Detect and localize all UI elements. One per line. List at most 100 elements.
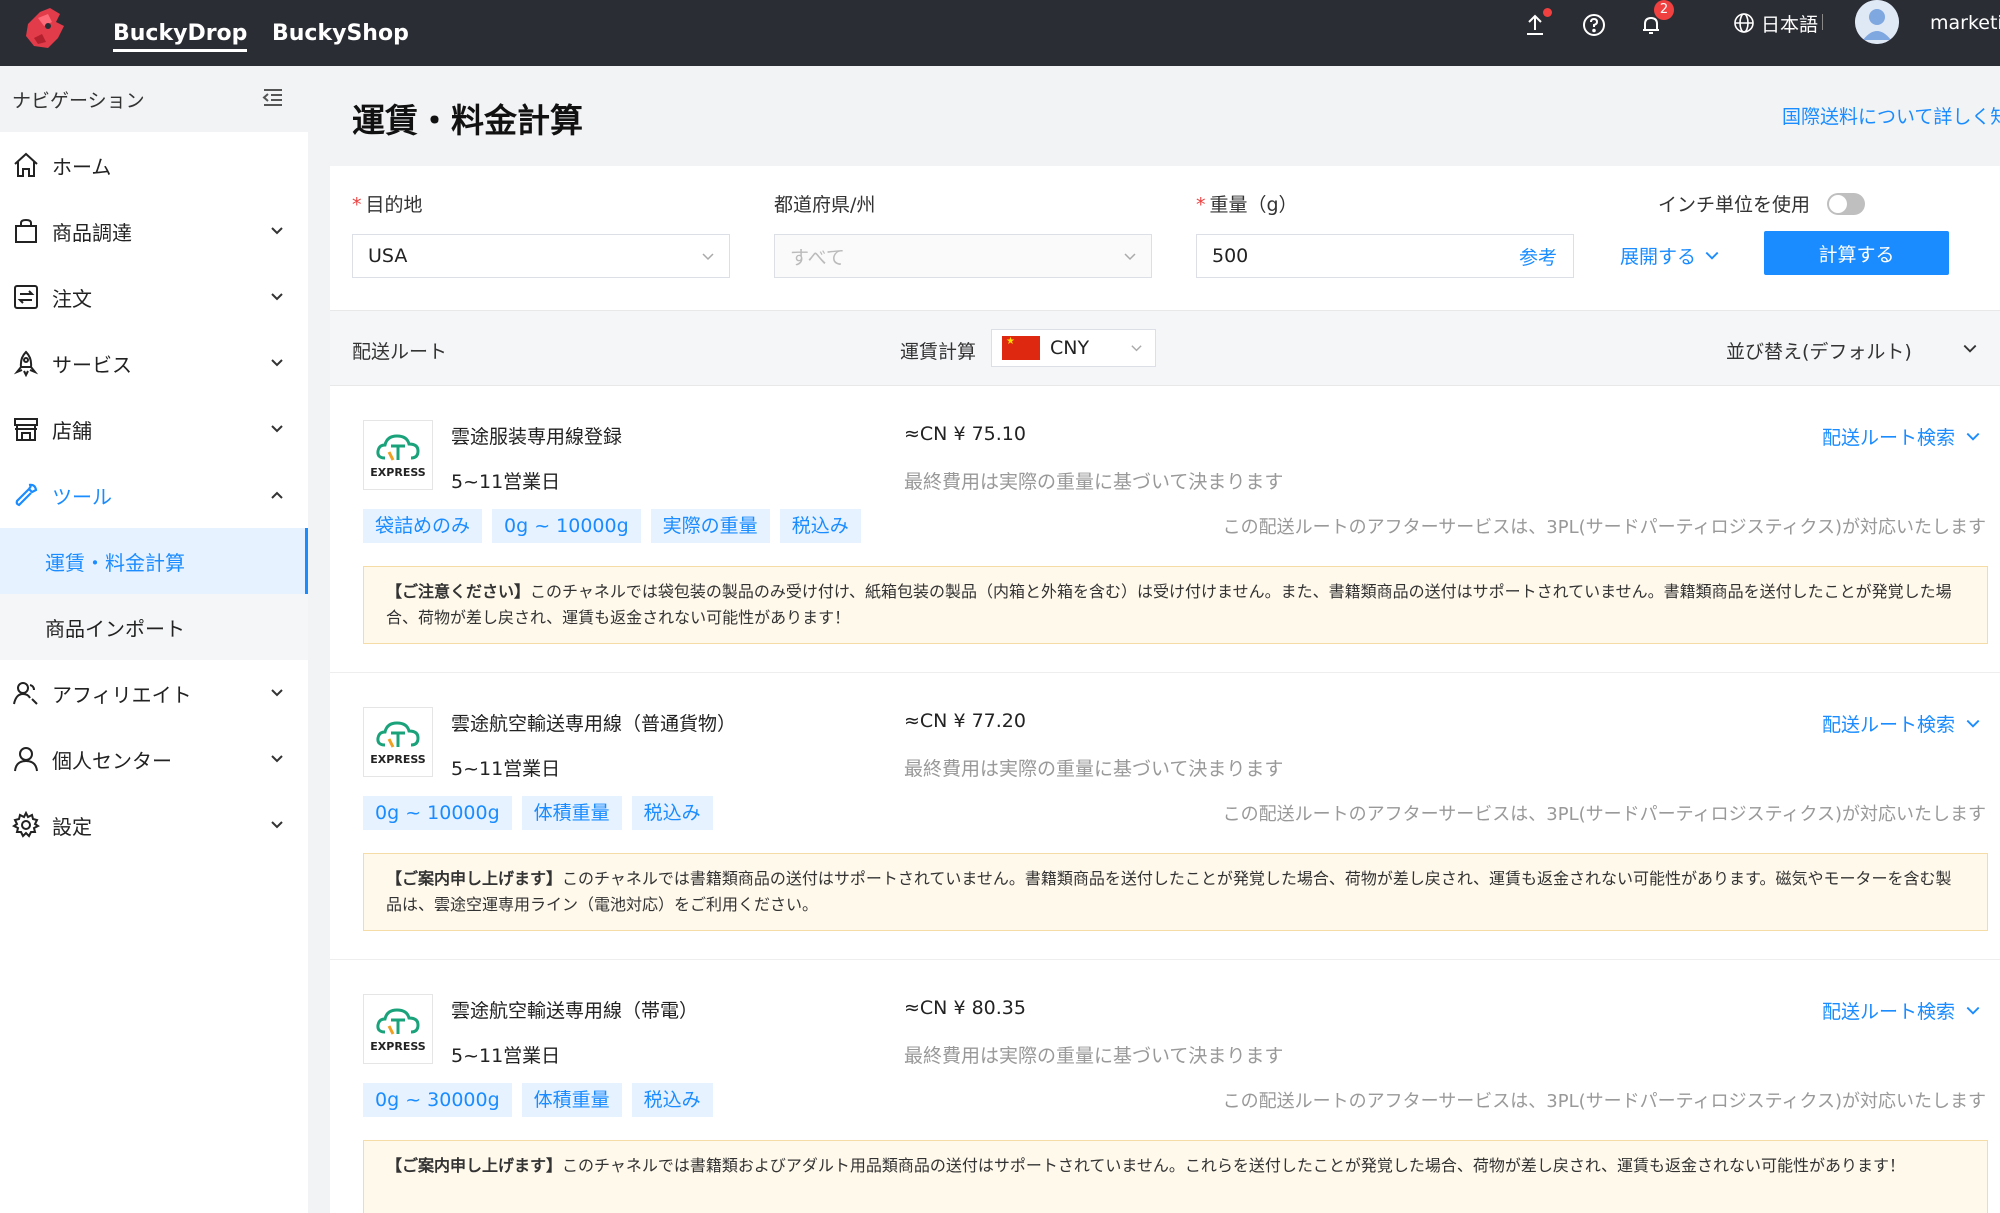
weight-label: * 重量（g） [1196, 194, 1298, 216]
sidebar-item-label: ホーム [52, 154, 112, 179]
active-nav-underline [113, 49, 248, 52]
carrier-logo: EXPRESS [363, 994, 433, 1064]
sidebar-item-label: 注文 [52, 286, 92, 311]
currency-select[interactable]: CNY [991, 329, 1156, 367]
route-notice: 【ご注意ください】このチャネルでは袋包装の製品のみ受け付け、紙箱包装の製品（内箱… [363, 566, 1988, 644]
destination-select[interactable]: USA [352, 234, 730, 278]
sidebar-title: ナビゲーション [12, 89, 145, 112]
username[interactable]: marketi [1930, 8, 2000, 38]
weight-reference-link[interactable]: 参考 [1519, 243, 1557, 270]
bucky-logo[interactable] [20, 4, 70, 56]
route-search-link[interactable]: 配送ルート検索 [1822, 423, 1981, 450]
avatar[interactable] [1855, 0, 1899, 44]
route-tag: 税込み [779, 509, 861, 543]
route-price: ≈CN ¥ 75.10 [904, 423, 1026, 445]
main-content: 運賃・料金計算 国際送料について詳しく知 * 目的地 USA 都道府県/州 すべて… [330, 66, 2000, 1213]
sort-select[interactable]: 並び替え(デフォルト) [1726, 337, 1912, 364]
sidebar-item-stores[interactable]: 店舗 [0, 396, 308, 462]
calculate-button[interactable]: 計算する [1764, 231, 1949, 275]
notice-title: 【ご案内申し上げます】 [386, 869, 563, 888]
sidebar-subitem-label: 運賃・料金計算 [45, 550, 185, 575]
route-tag: 税込み [631, 1083, 713, 1117]
route-tag: 袋詰めのみ [363, 509, 483, 543]
notice-text: このチャネルでは袋包装の製品のみ受け付け、紙箱包装の製品（内箱と外箱を含む）は受… [386, 582, 1952, 627]
toggle-knob [1829, 195, 1847, 213]
sidebar-item-personal-center[interactable]: 個人センター [0, 726, 308, 792]
sidebar-item-tools[interactable]: ツール [0, 462, 308, 528]
inch-unit-label: インチ単位を使用 [1658, 194, 1811, 216]
upload-alert-dot [1543, 8, 1552, 17]
home-icon [14, 152, 38, 177]
sidebar-item-label: 店舗 [52, 418, 92, 443]
inch-unit-toggle[interactable] [1827, 193, 1865, 215]
fare-column-label: 運賃計算 [900, 341, 977, 363]
calculator-form: * 目的地 USA 都道府県/州 すべて * 重量（g） 500 参考 インチ単位を… [330, 166, 2000, 310]
language-selector[interactable]: 日本語 [1733, 8, 1818, 38]
chevron-down-icon [1966, 1006, 1980, 1015]
route-tag: 0g ~ 30000g [363, 1083, 512, 1117]
sidebar-header: ナビゲーション [0, 66, 308, 132]
language-label: 日本語 [1761, 13, 1819, 36]
sidebar-item-orders[interactable]: 注文 [0, 264, 308, 330]
cloud-logo-icon [376, 720, 420, 748]
page-header: 運賃・料金計算 国際送料について詳しく知 [330, 66, 2000, 166]
route-tag: 0g ~ 10000g [363, 796, 512, 830]
route-tag: 0g ~ 10000g [492, 509, 641, 543]
results-header: 配送ルート 運賃計算 CNY 並び替え(デフォルト) [330, 310, 2000, 386]
route-tag: 税込み [631, 796, 713, 830]
route-search-link[interactable]: 配送ルート検索 [1822, 997, 1981, 1024]
shopping-bag-icon [15, 218, 37, 243]
notice-title: 【ご案内申し上げます】 [386, 1156, 563, 1175]
after-service-note: この配送ルートのアフターサービスは、3PL(サードパーティロジスティクス)が対応… [1222, 517, 1986, 538]
nav-buckyshop[interactable]: BuckyShop [272, 0, 409, 66]
notification-badge: 2 [1654, 0, 1674, 20]
delivery-days: 5~11営業日 [451, 471, 561, 493]
top-bar: BuckyDrop BuckyShop 2 日本語 marketi [0, 0, 2000, 66]
chevron-down-icon[interactable] [1962, 341, 1978, 357]
route-tags: 袋詰めのみ 0g ~ 10000g 実際の重量 税込み [363, 509, 861, 543]
sidebar-item-home[interactable]: ホーム [0, 132, 308, 198]
chevron-down-icon [271, 689, 283, 697]
shipping-info-link[interactable]: 国際送料について詳しく知 [1782, 102, 2000, 129]
sidebar-item-label: 設定 [52, 814, 92, 839]
expand-label: 展開する [1620, 246, 1697, 268]
sidebar-item-sourcing[interactable]: 商品調達 [0, 198, 308, 264]
help-icon[interactable] [1579, 10, 1609, 40]
route-tag: 体積重量 [521, 1083, 622, 1117]
delivery-days: 5~11営業日 [451, 1045, 561, 1067]
route-tag: 実際の重量 [650, 509, 770, 543]
currency-value: CNY [1050, 337, 1090, 359]
user-icon [14, 747, 38, 772]
carrier-logo: EXPRESS [363, 420, 433, 490]
route-name: 雲途航空輸送専用線（普通貨物） [451, 713, 737, 735]
route-tag: 体積重量 [521, 796, 622, 830]
notice-title: 【ご注意ください】 [386, 582, 531, 601]
collapse-menu-icon[interactable] [260, 84, 286, 110]
sidebar-subitem-product-import[interactable]: 商品インポート [0, 594, 308, 660]
route-notice: 【ご案内申し上げます】このチャネルでは書籍類およびアダルト用品類商品の送付はサポ… [363, 1140, 1988, 1213]
chevron-up-icon [271, 491, 283, 499]
sidebar-item-affiliate[interactable]: アフィリエイト [0, 660, 308, 726]
state-select[interactable]: すべて [774, 234, 1152, 278]
sidebar-item-settings[interactable]: 設定 [0, 792, 308, 858]
chevron-down-icon [271, 227, 283, 235]
weight-input[interactable]: 500 参考 [1196, 234, 1574, 278]
nav-buckydrop-label: BuckyDrop [113, 20, 248, 46]
nav-buckydrop[interactable]: BuckyDrop [113, 0, 248, 66]
chevron-down-icon [1966, 719, 1980, 728]
sidebar-item-services[interactable]: サービス [0, 330, 308, 396]
china-flag-icon [1002, 336, 1040, 360]
sidebar-subitem-fare-calculator[interactable]: 運賃・料金計算 [0, 528, 308, 594]
sidebar-item-label: 個人センター [52, 748, 172, 773]
price-note: 最終費用は実際の重量に基づいて決まります [904, 758, 1284, 780]
chevron-down-icon [271, 821, 283, 829]
route-column-label: 配送ルート [352, 341, 448, 363]
chevron-down-icon [271, 293, 283, 301]
nav-buckyshop-label: BuckyShop [272, 20, 409, 46]
expand-button[interactable]: 展開する [1620, 242, 1720, 269]
delivery-days: 5~11営業日 [451, 758, 561, 780]
rocket-icon [13, 350, 39, 377]
route-search-link[interactable]: 配送ルート検索 [1822, 710, 1981, 737]
chevron-down-icon [1705, 251, 1719, 260]
sidebar: ナビゲーション ホーム 商品調達 注文 サービス 店舗 ツール 運賃・料金計算 … [0, 66, 308, 1213]
